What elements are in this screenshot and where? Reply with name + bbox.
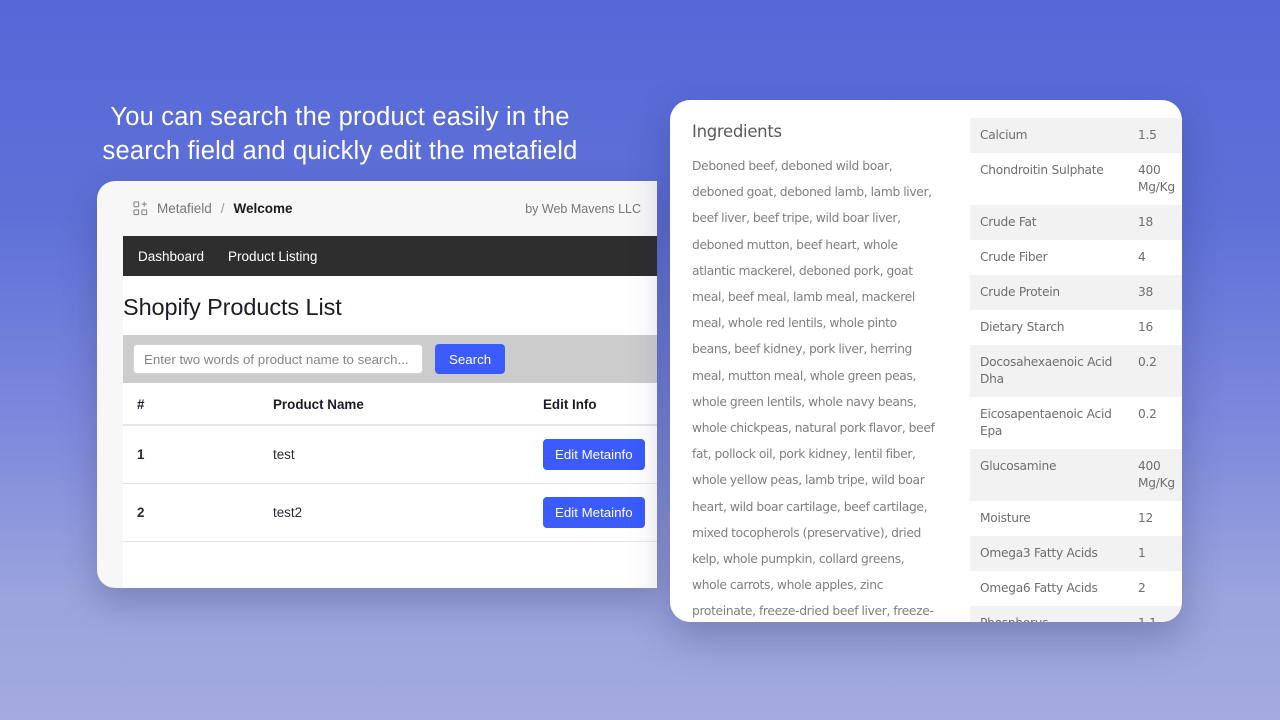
nutrition-section: Calcium 1.5 Chondroitin Sulphate 400 Mg/… bbox=[960, 100, 1182, 622]
promo-headline: You can search the product easily in the… bbox=[0, 100, 680, 168]
search-toolbar: Search bbox=[123, 335, 657, 383]
nav-item-dashboard[interactable]: Dashboard bbox=[138, 249, 204, 264]
cell-index: 1 bbox=[123, 425, 273, 484]
edit-metainfo-button[interactable]: Edit Metainfo bbox=[543, 497, 645, 528]
search-input[interactable] bbox=[133, 344, 423, 374]
nutrition-label: Omega6 Fatty Acids bbox=[980, 581, 1098, 595]
nutrition-label: Chondroitin Sulphate bbox=[980, 163, 1104, 177]
nutrition-label: Eicosapentaenoic Acid Epa bbox=[980, 407, 1112, 438]
page-title: Shopify Products List bbox=[123, 294, 342, 320]
promo-headline-line-2: search field and quickly edit the metafi… bbox=[102, 137, 578, 165]
admin-app-content: Metafield / Welcome by Web Mavens LLC Da… bbox=[123, 181, 657, 588]
promo-headline-line-1: You can search the product easily in the bbox=[110, 103, 570, 131]
nutrition-label: Phosphorus bbox=[970, 606, 1132, 622]
product-info-card: Ingredients Deboned beef, deboned wild b… bbox=[670, 100, 1182, 622]
nutrition-row: Docosahexaenoic Acid Dha 0.2 bbox=[970, 345, 1182, 397]
nutrition-table: Calcium 1.5 Chondroitin Sulphate 400 Mg/… bbox=[970, 118, 1182, 622]
nutrition-label: Moisture bbox=[980, 511, 1031, 525]
nutrition-value: 16 bbox=[1138, 320, 1154, 334]
nutrition-value: 1.5 bbox=[1132, 118, 1182, 153]
nutrition-value: 0.2 bbox=[1132, 345, 1182, 397]
nutrition-row: Phosphorus 1.1 bbox=[970, 606, 1182, 622]
nutrition-value: 4 bbox=[1138, 250, 1146, 264]
nutrition-label: Omega3 Fatty Acids bbox=[970, 536, 1132, 571]
breadcrumb-current: Welcome bbox=[233, 201, 293, 216]
nutrition-value: 0.2 bbox=[1138, 407, 1157, 421]
admin-app-card: Metafield / Welcome by Web Mavens LLC Da… bbox=[97, 181, 657, 588]
nutrition-label: Glucosamine bbox=[970, 449, 1132, 501]
breadcrumb-separator: / bbox=[220, 201, 225, 216]
nutrition-value: 400 Mg/Kg bbox=[1138, 163, 1175, 194]
cell-product-name: test bbox=[273, 425, 543, 484]
breadcrumb: Metafield / Welcome bbox=[133, 201, 293, 216]
nutrition-row: Chondroitin Sulphate 400 Mg/Kg bbox=[970, 153, 1182, 205]
nav-item-product-listing[interactable]: Product Listing bbox=[228, 249, 317, 264]
cell-edit-action: Edit Metainfo bbox=[543, 483, 657, 542]
ingredients-text: Deboned beef, deboned wild boar, deboned… bbox=[692, 159, 935, 619]
cell-index: 2 bbox=[123, 483, 273, 542]
table-row: 1 test Edit Metainfo bbox=[123, 425, 657, 484]
nutrition-label: Docosahexaenoic Acid Dha bbox=[970, 345, 1132, 397]
table-header-row: # Product Name Edit Info bbox=[123, 383, 657, 426]
nutrition-label: Crude Protein bbox=[970, 275, 1132, 310]
nutrition-row: Moisture 12 bbox=[970, 501, 1182, 536]
products-table: # Product Name Edit Info 1 test Edit Met… bbox=[123, 383, 657, 542]
admin-main: Shopify Products List Search # Product N… bbox=[123, 276, 657, 542]
nutrition-value: 1 bbox=[1132, 536, 1182, 571]
nutrition-label: Calcium bbox=[970, 118, 1132, 153]
search-button[interactable]: Search bbox=[435, 344, 506, 374]
ingredients-section: Ingredients Deboned beef, deboned wild b… bbox=[670, 100, 960, 622]
column-header-index: # bbox=[123, 383, 273, 426]
nutrition-label: Dietary Starch bbox=[980, 320, 1065, 334]
apps-grid-icon bbox=[133, 201, 148, 216]
nutrition-row: Dietary Starch 16 bbox=[970, 310, 1182, 345]
nutrition-row: Glucosamine 400 Mg/Kg bbox=[970, 449, 1182, 501]
nutrition-row: Omega6 Fatty Acids 2 bbox=[970, 571, 1182, 606]
nutrition-row: Eicosapentaenoic Acid Epa 0.2 bbox=[970, 397, 1182, 449]
nutrition-value: 38 bbox=[1132, 275, 1182, 310]
nutrition-value: 2 bbox=[1138, 581, 1146, 595]
nutrition-row: Crude Protein 38 bbox=[970, 275, 1182, 310]
nutrition-value: 400 Mg/Kg bbox=[1132, 449, 1182, 501]
column-header-product-name: Product Name bbox=[273, 383, 543, 426]
admin-navbar: Dashboard Product Listing bbox=[123, 236, 657, 276]
nutrition-row: Omega3 Fatty Acids 1 bbox=[970, 536, 1182, 571]
nutrition-value: 1.1 bbox=[1132, 606, 1182, 622]
nutrition-label: Crude Fiber bbox=[980, 250, 1048, 264]
admin-topbar: Metafield / Welcome by Web Mavens LLC bbox=[123, 181, 657, 236]
cell-product-name: test2 bbox=[273, 483, 543, 542]
ingredients-heading: Ingredients bbox=[692, 122, 782, 141]
nutrition-label: Crude Fat bbox=[970, 205, 1132, 240]
nutrition-value: 18 bbox=[1132, 205, 1182, 240]
nutrition-value: 12 bbox=[1138, 511, 1154, 525]
edit-metainfo-button[interactable]: Edit Metainfo bbox=[543, 439, 645, 470]
nutrition-row: Calcium 1.5 bbox=[970, 118, 1182, 153]
cell-edit-action: Edit Metainfo bbox=[543, 425, 657, 484]
column-header-edit-info: Edit Info bbox=[543, 383, 657, 426]
table-row: 2 test2 Edit Metainfo bbox=[123, 483, 657, 542]
breadcrumb-root[interactable]: Metafield bbox=[157, 201, 212, 216]
nutrition-row: Crude Fiber 4 bbox=[970, 240, 1182, 275]
nutrition-row: Crude Fat 18 bbox=[970, 205, 1182, 240]
app-byline: by Web Mavens LLC bbox=[525, 201, 641, 216]
